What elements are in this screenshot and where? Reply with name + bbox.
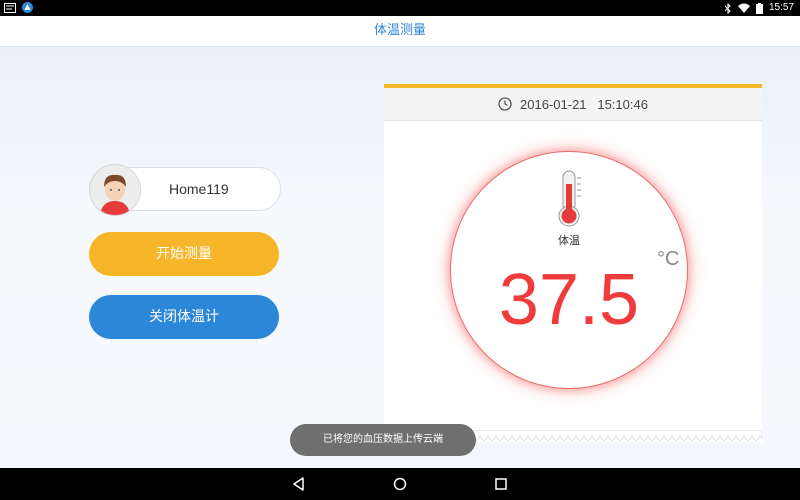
- user-card: Home119: [89, 164, 281, 216]
- start-measure-button[interactable]: 开始测量: [89, 232, 279, 276]
- reading-header: 2016-01-21 15:10:46: [384, 88, 762, 121]
- notification-icon: [4, 2, 16, 13]
- close-thermometer-button[interactable]: 关闭体温计: [89, 295, 279, 339]
- temperature-label: 体温: [558, 234, 580, 247]
- avatar-icon: [90, 165, 140, 215]
- home-icon[interactable]: [392, 476, 408, 492]
- main-area: Home119 开始测量 关闭体温计 2016-01-21 15:10:46 体…: [0, 47, 800, 468]
- bluetooth-icon: [724, 2, 731, 14]
- navigation-bar: [0, 468, 800, 500]
- status-time: 15:57: [768, 2, 794, 13]
- recents-icon[interactable]: [493, 476, 509, 492]
- avatar: [89, 164, 141, 216]
- wifi-icon: [737, 3, 750, 13]
- temperature-dial: 体温 37.5 °C: [450, 151, 688, 389]
- thermometer-icon: [558, 170, 581, 227]
- battery-icon: [755, 2, 763, 14]
- temperature-value: 37.5: [498, 260, 640, 340]
- page-title: 体温测量: [373, 23, 426, 38]
- back-icon[interactable]: [291, 476, 307, 492]
- clock-icon: [498, 97, 512, 111]
- user-name: Home119: [169, 181, 229, 197]
- temperature-unit: °C: [657, 248, 680, 270]
- status-bar: 15:57: [0, 0, 800, 16]
- app-icon: [22, 2, 33, 13]
- upload-toast: 已将您的血压数据上传云端: [290, 424, 476, 456]
- reading-datetime: 2016-01-21 15:10:46: [520, 96, 648, 112]
- app-header: 体温测量: [0, 16, 800, 47]
